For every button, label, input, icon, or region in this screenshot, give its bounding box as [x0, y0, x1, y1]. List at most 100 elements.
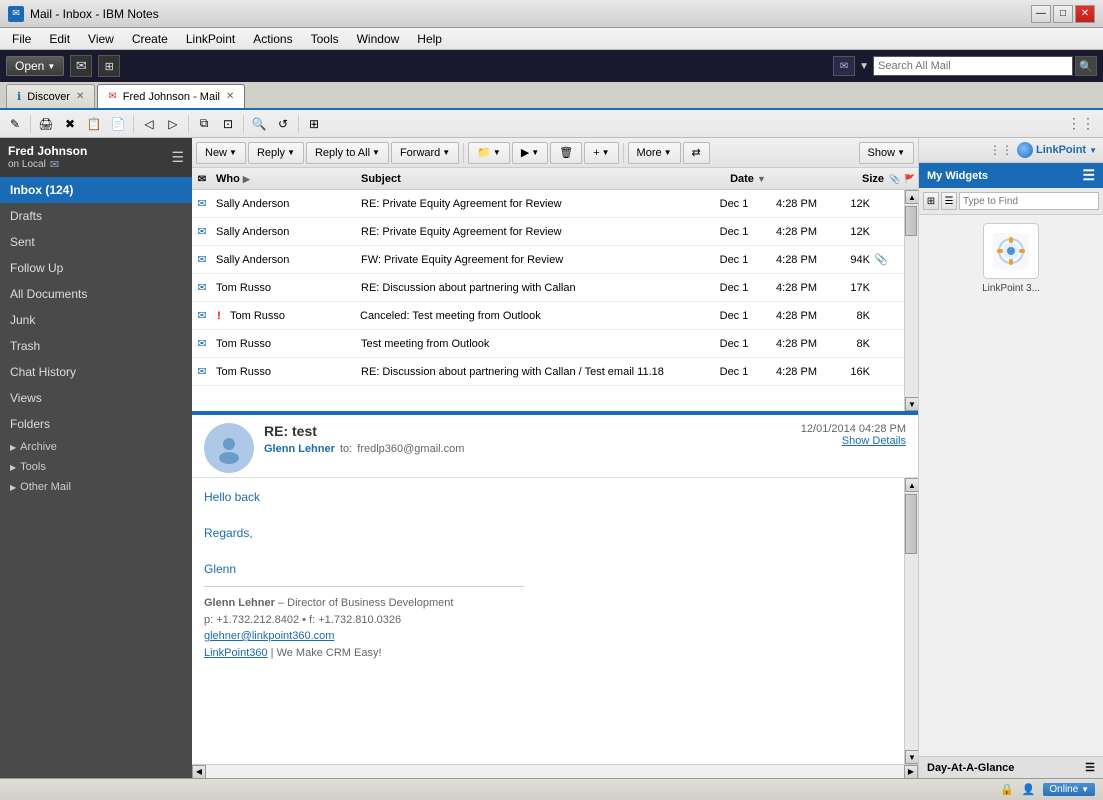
preview-text-hello: Hello back — [204, 488, 892, 506]
sidebar-group-tools[interactable]: ▶ Tools — [0, 457, 192, 477]
sidebar-item-followup[interactable]: Follow Up — [0, 255, 192, 281]
sidebar-item-folders[interactable]: Folders — [0, 411, 192, 437]
online-badge[interactable]: Online ▼ — [1043, 783, 1095, 796]
tab-fred-johnson[interactable]: ✉ Fred Johnson - Mail ✕ — [97, 84, 245, 108]
etb-sep1 — [463, 143, 464, 163]
sidebar-item-drafts[interactable]: Drafts — [0, 203, 192, 229]
tb2-grid-icon[interactable]: ⊞ — [303, 114, 325, 134]
email-row[interactable]: ✉ Sally Anderson RE: Private Equity Agre… — [192, 190, 904, 218]
close-button[interactable]: ✕ — [1075, 5, 1095, 23]
menu-file[interactable]: File — [4, 29, 39, 49]
widget-search-input[interactable] — [959, 192, 1099, 210]
status-right: 🔒 👤 Online ▼ — [1000, 783, 1095, 796]
minimize-button[interactable]: — — [1031, 5, 1051, 23]
etb-reply-button[interactable]: Reply ▼ — [248, 142, 304, 164]
tab-fred-close[interactable]: ✕ — [226, 91, 234, 102]
tb2-more-icon[interactable]: ⋮⋮ — [1063, 115, 1099, 132]
etb-delete-button[interactable]: 🗑 — [550, 142, 582, 164]
email-row[interactable]: ✉ Sally Anderson FW: Private Equity Agre… — [192, 246, 904, 274]
search-input[interactable] — [873, 56, 1073, 76]
etb-play-button[interactable]: ▶ ▼ — [512, 142, 548, 164]
tb2-copy3-icon[interactable]: ⊡ — [217, 114, 239, 134]
sidebar-item-views[interactable]: Views — [0, 385, 192, 411]
menu-create[interactable]: Create — [124, 29, 176, 49]
sidebar-item-alldocs[interactable]: All Documents — [0, 281, 192, 307]
sig-footer-link[interactable]: LinkPoint360 — [204, 647, 268, 659]
tb2-right-icon[interactable]: ▷ — [162, 114, 184, 134]
widget-list-icon[interactable]: ☰ — [941, 192, 957, 210]
email-subject: RE: Discussion about partnering with Cal… — [357, 366, 704, 378]
sidebar-item-inbox[interactable]: Inbox (124) — [0, 177, 192, 203]
preview-scroll-down[interactable]: ▼ — [905, 750, 918, 764]
scroll-up-arrow[interactable]: ▲ — [905, 190, 918, 204]
preview-scroll-left[interactable]: ◀ — [192, 765, 206, 779]
email-row[interactable]: ✉ Tom Russo Test meeting from Outlook De… — [192, 330, 904, 358]
my-widgets-menu-icon[interactable]: ☰ — [1082, 167, 1095, 184]
menu-edit[interactable]: Edit — [41, 29, 78, 49]
tb2-zoom-icon[interactable]: 🔍 — [248, 114, 270, 134]
tb2-delete-icon[interactable]: ✖ — [59, 114, 81, 134]
menu-window[interactable]: Window — [349, 29, 408, 49]
etb-forward-button[interactable]: Forward ▼ — [391, 142, 459, 164]
preview-scroll-right[interactable]: ▶ — [904, 765, 918, 779]
search-button[interactable]: 🔍 — [1075, 56, 1097, 76]
col-header-who[interactable]: Who ▶ — [212, 173, 357, 185]
scroll-down-arrow[interactable]: ▼ — [905, 397, 918, 411]
tb2-left-icon[interactable]: ◁ — [138, 114, 160, 134]
email-row[interactable]: ✉ Tom Russo RE: Discussion about partner… — [192, 358, 904, 386]
tb2-copy2-icon[interactable]: ⧉ — [193, 114, 215, 134]
tab-discover[interactable]: ℹ Discover ✕ — [6, 84, 95, 108]
etb-new-button[interactable]: New ▼ — [196, 142, 246, 164]
etb-show-button[interactable]: Show ▼ — [859, 142, 914, 164]
scroll-thumb[interactable] — [905, 206, 917, 236]
col-header-size[interactable]: Size — [843, 173, 888, 185]
email-row[interactable]: ✉ ! Tom Russo Canceled: Test meeting fro… — [192, 302, 904, 330]
sidebar-item-junk[interactable]: Junk — [0, 307, 192, 333]
etb-sync-button[interactable]: ⇄ — [683, 142, 710, 164]
etb-replyall-button[interactable]: Reply to All ▼ — [306, 142, 389, 164]
search-envelope-icon[interactable]: ✉ — [833, 56, 855, 76]
linkpoint-bar: ⋮⋮ LinkPoint ▼ — [919, 138, 1103, 163]
sig-email-link[interactable]: glehner@linkpoint360.com — [204, 630, 334, 642]
linkpoint-options-icon[interactable]: ⋮⋮ — [989, 143, 1013, 157]
widget-grid-icon[interactable]: ⊞ — [923, 192, 939, 210]
tab-discover-close[interactable]: ✕ — [76, 91, 84, 102]
grid-toolbar-icon[interactable]: ⊞ — [98, 55, 120, 77]
menu-help[interactable]: Help — [409, 29, 450, 49]
menu-view[interactable]: View — [80, 29, 122, 49]
sidebar-menu-icon[interactable]: ☰ — [171, 149, 184, 166]
preview-scroll-track — [905, 492, 918, 750]
linkpoint-brand[interactable]: LinkPoint ▼ — [1017, 142, 1097, 158]
open-button[interactable]: Open ▼ — [6, 56, 64, 76]
menu-linkpoint[interactable]: LinkPoint — [178, 29, 243, 49]
preview-scroll-up[interactable]: ▲ — [905, 478, 918, 492]
etb-more-button[interactable]: More ▼ — [628, 142, 681, 164]
etb-add-button[interactable]: + ▼ — [584, 142, 618, 164]
sidebar-group-archive[interactable]: ▶ Archive — [0, 437, 192, 457]
tb2-refresh-icon[interactable]: ↺ — [272, 114, 294, 134]
day-at-glance-menu-icon[interactable]: ☰ — [1085, 761, 1095, 774]
maximize-button[interactable]: □ — [1053, 5, 1073, 23]
linkpoint3-widget[interactable]: LinkPoint 3... — [982, 223, 1040, 294]
sidebar-item-trash[interactable]: Trash — [0, 333, 192, 359]
tb2-new-icon[interactable]: ✎ — [4, 114, 26, 134]
sidebar-group-othermail[interactable]: ▶ Other Mail — [0, 477, 192, 497]
email-row[interactable]: ✉ Sally Anderson RE: Private Equity Agre… — [192, 218, 904, 246]
tb2-print-icon[interactable]: 🖨 — [35, 114, 57, 134]
mail-toolbar-icon[interactable]: ✉ — [70, 55, 92, 77]
email-subject: Test meeting from Outlook — [357, 338, 704, 350]
col-header-subject[interactable]: Subject — [357, 173, 718, 185]
sidebar-item-sent[interactable]: Sent — [0, 229, 192, 255]
menu-tools[interactable]: Tools — [303, 29, 347, 49]
email-row[interactable]: ✉ Tom Russo RE: Discussion about partner… — [192, 274, 904, 302]
show-details-link[interactable]: Show Details — [801, 435, 906, 447]
tb2-copy-icon[interactable]: 📄 — [107, 114, 129, 134]
etb-folder-button[interactable]: 📁 ▼ — [468, 142, 510, 164]
menu-actions[interactable]: Actions — [245, 29, 300, 49]
preview-scroll-thumb[interactable] — [905, 494, 917, 554]
col-header-date[interactable]: Date ▼ — [718, 173, 778, 185]
othermail-triangle-icon: ▶ — [10, 483, 16, 492]
sidebar-item-chathistory[interactable]: Chat History — [0, 359, 192, 385]
email-date: Dec 1 — [704, 366, 764, 378]
tb2-move-icon[interactable]: 📋 — [83, 114, 105, 134]
